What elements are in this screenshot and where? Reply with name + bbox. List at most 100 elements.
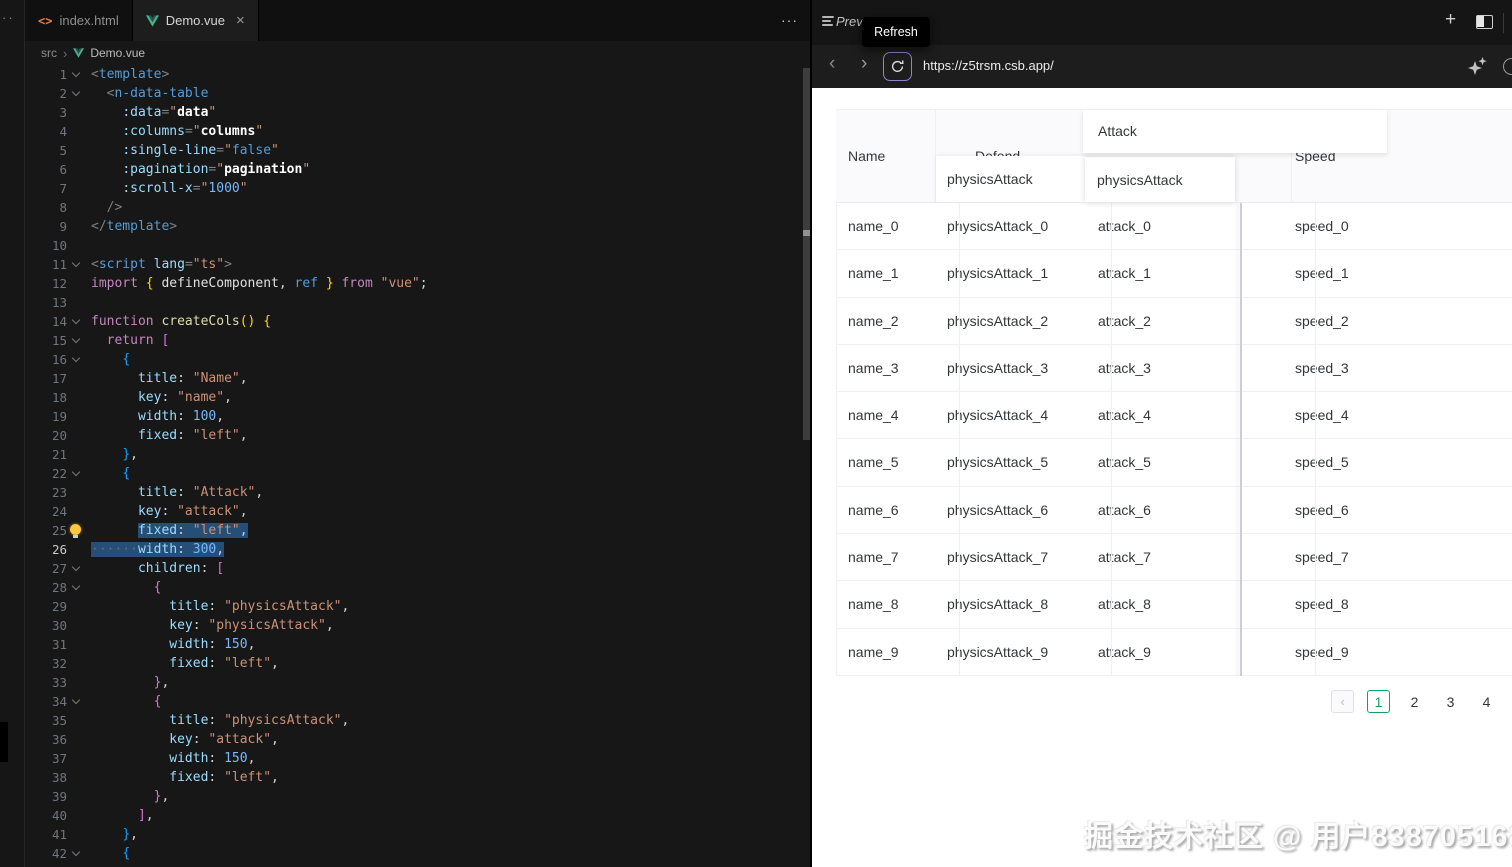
code-line[interactable]: 25 fixed: "left", (25, 521, 810, 540)
code-line[interactable]: 3 :data="data" (25, 103, 810, 122)
inspect-icon[interactable] (1503, 58, 1512, 75)
code-line[interactable]: 18 key: "name", (25, 388, 810, 407)
pagination-page-2[interactable]: 2 (1403, 690, 1426, 713)
code-line[interactable]: 16 { (25, 350, 810, 369)
code-line[interactable]: 14 function createCols() { (25, 312, 810, 331)
code-line[interactable]: 21 }, (25, 445, 810, 464)
code-line[interactable]: 15 return [ (25, 331, 810, 350)
code-line[interactable]: 8 /> (25, 198, 810, 217)
line-number: 17 (51, 371, 67, 386)
code-line[interactable]: 20 fixed: "left", (25, 426, 810, 445)
code-text: { (153, 694, 162, 709)
code-line[interactable]: 19 width: 100, (25, 407, 810, 426)
code-line[interactable]: 5 :single-line="false" (25, 141, 810, 160)
code-line[interactable]: 24 key: "attack", (25, 502, 810, 521)
new-tab-plus-icon[interactable]: + (1445, 9, 1456, 31)
code-line[interactable]: 1 <template> (25, 65, 810, 84)
code-line[interactable]: 23 title: "Attack", (25, 483, 810, 502)
table-row[interactable]: name_5 physicsAttack_5 attack_5 speed_5 (836, 439, 1512, 487)
table-row[interactable]: name_8 physicsAttack_8 attack_8 speed_8 (836, 581, 1512, 629)
code-line[interactable]: 26 ······width: 300, (25, 540, 810, 559)
table-row[interactable]: name_2 physicsAttack_2 attack_2 speed_2 (836, 298, 1512, 345)
code-line[interactable]: 38 fixed: "left", (25, 768, 810, 787)
lightbulb-icon[interactable] (70, 524, 81, 538)
code-area[interactable]: 1 <template> 2 <n-data-table 3 :data="data"… (25, 65, 810, 863)
pagination-prev-button[interactable]: ‹ (1331, 690, 1354, 713)
browser-nav-bar: ‹ › https://z5trsm.csb.app/ (812, 45, 1512, 88)
line-number: 28 (51, 580, 67, 595)
table-row[interactable]: name_6 physicsAttack_6 attack_6 speed_6 (836, 487, 1512, 535)
fold-chevron-icon[interactable] (71, 847, 81, 857)
table-row[interactable]: name_3 physicsAttack_3 attack_3 speed_3 (836, 345, 1512, 393)
code-line[interactable]: 6 :pagination="pagination" (25, 160, 810, 179)
fold-chevron-icon[interactable] (71, 68, 81, 78)
pagination-page-4[interactable]: 4 (1475, 690, 1498, 713)
code-text: title: "Attack", (137, 485, 264, 500)
code-line[interactable]: 42 { (25, 844, 810, 863)
line-number: 33 (51, 675, 67, 690)
code-text: title: "physicsAttack", (169, 599, 350, 614)
code-line[interactable]: 4 :columns="columns" (25, 122, 810, 141)
code-line[interactable]: 35 title: "physicsAttack", (25, 711, 810, 730)
fold-chevron-icon[interactable] (71, 562, 81, 572)
close-icon[interactable]: × (236, 12, 245, 29)
fold-chevron-icon[interactable] (71, 353, 81, 363)
more-icon[interactable]: ·· (2, 10, 15, 25)
fold-chevron-icon[interactable] (71, 258, 81, 268)
code-line[interactable]: 2 <n-data-table (25, 84, 810, 103)
code-line[interactable]: 22 { (25, 464, 810, 483)
code-line[interactable]: 12 import { defineComponent, ref } from "… (25, 274, 810, 293)
tab-index-html[interactable]: <> index.html (25, 0, 133, 41)
code-line[interactable]: 13 (25, 293, 810, 312)
tab-demo-vue[interactable]: Demo.vue × (132, 0, 259, 41)
table-row[interactable]: name_7 physicsAttack_7 attack_7 speed_7 (836, 534, 1512, 582)
fold-chevron-icon[interactable] (71, 467, 81, 477)
back-arrow-icon[interactable]: ‹ (829, 53, 835, 75)
table-row[interactable]: name_9 physicsAttack_9 attack_9 speed_9 (836, 629, 1512, 676)
code-line[interactable]: 28 { (25, 578, 810, 597)
code-line[interactable]: 27 children: [ (25, 559, 810, 578)
table-row[interactable]: name_4 physicsAttack_4 attack_4 speed_4 (836, 392, 1512, 440)
code-line[interactable]: 31 width: 150, (25, 635, 810, 654)
code-line[interactable]: 34 { (25, 692, 810, 711)
pagination-page-3[interactable]: 3 (1439, 690, 1462, 713)
code-text: title: "physicsAttack", (169, 713, 350, 728)
split-panel-icon[interactable] (1476, 15, 1493, 29)
code-line[interactable]: 9 </template> (25, 217, 810, 236)
sparkles-icon[interactable] (1468, 57, 1487, 81)
table-header-bottom-border (836, 202, 1512, 203)
code-line[interactable]: 11 <script lang="ts"> (25, 255, 810, 274)
url-field[interactable]: https://z5trsm.csb.app/ (923, 58, 1054, 73)
breadcrumb-root[interactable]: src (41, 46, 57, 60)
table-cell: speed_7 (1295, 549, 1349, 566)
code-line[interactable]: 29 title: "physicsAttack", (25, 597, 810, 616)
breadcrumb-file[interactable]: Demo.vue (90, 46, 145, 60)
editor-actions-more-icon[interactable]: ··· (781, 12, 798, 28)
refresh-button[interactable] (883, 52, 912, 81)
code-line[interactable]: 10 (25, 236, 810, 255)
code-line[interactable]: 32 fixed: "left", (25, 654, 810, 673)
forward-arrow-icon[interactable]: › (861, 53, 867, 75)
code-line[interactable]: 37 width: 150, (25, 749, 810, 768)
fold-chevron-icon[interactable] (71, 334, 81, 344)
fold-chevron-icon[interactable] (71, 695, 81, 705)
code-line[interactable]: 36 key: "attack", (25, 730, 810, 749)
editor-scrollbar[interactable] (803, 68, 810, 440)
preview-tab-label[interactable]: Prev (836, 14, 863, 29)
code-text: </template> (91, 219, 178, 234)
fold-chevron-icon[interactable] (71, 87, 81, 97)
watermark: 掘金技术社区 @ 用户83870516823 (1084, 821, 1512, 853)
fold-chevron-icon[interactable] (71, 315, 81, 325)
table-row[interactable]: name_1 physicsAttack_1 attack_1 speed_1 (836, 250, 1512, 298)
code-line[interactable]: 39 }, (25, 787, 810, 806)
pagination-page-1[interactable]: 1 (1367, 690, 1390, 713)
code-line[interactable]: 30 key: "physicsAttack", (25, 616, 810, 635)
code-line[interactable]: 33 }, (25, 673, 810, 692)
code-line[interactable]: 40 ], (25, 806, 810, 825)
fold-chevron-icon[interactable] (71, 581, 81, 591)
code-line[interactable]: 7 :scroll-x="1000" (25, 179, 810, 198)
preview-tab-bar: Prev Refresh + (812, 0, 1512, 47)
code-line[interactable]: 17 title: "Name", (25, 369, 810, 388)
code-line[interactable]: 41 }, (25, 825, 810, 844)
table-row[interactable]: name_0 physicsAttack_0 attack_0 speed_0 (836, 203, 1512, 251)
